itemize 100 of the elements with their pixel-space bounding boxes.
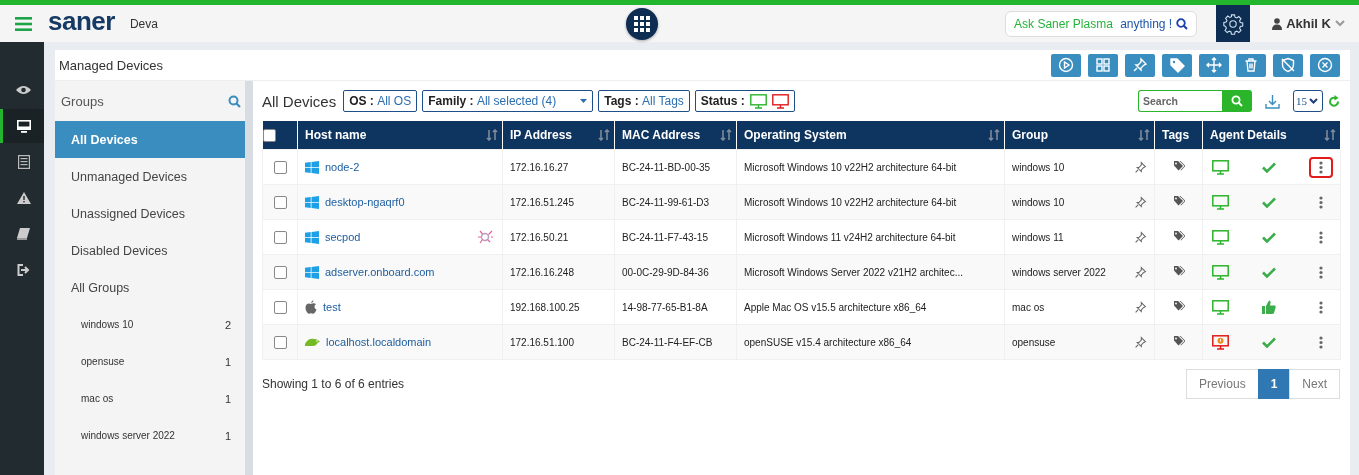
kebab-icon xyxy=(1319,160,1323,174)
pagination-button[interactable]: Next xyxy=(1289,369,1340,399)
pin-button[interactable] xyxy=(1125,53,1155,77)
family-filter[interactable]: Family : All selected (4) xyxy=(422,90,594,112)
sort-icon[interactable] xyxy=(1138,129,1150,141)
check-icon xyxy=(1262,196,1276,208)
app-grid-button[interactable] xyxy=(625,7,658,40)
pin-icon[interactable] xyxy=(1134,265,1147,279)
row-checkbox[interactable] xyxy=(273,230,287,244)
menu-icon[interactable] xyxy=(15,16,32,31)
os-filter[interactable]: OS : All OS xyxy=(343,90,418,112)
group-name[interactable]: opensuse xyxy=(81,356,225,367)
table-cell: 172.16.51.245 xyxy=(502,184,615,220)
group-filter-item[interactable]: Unmanaged Devices xyxy=(55,158,245,195)
pin-icon[interactable] xyxy=(1134,230,1147,244)
play-button[interactable] xyxy=(1051,53,1081,77)
search-button[interactable] xyxy=(1222,90,1252,112)
windows-logo-icon xyxy=(305,265,319,279)
pin-icon[interactable] xyxy=(1134,335,1147,349)
table-cell: Apple Mac OS v15.5 architecture x86_64 xyxy=(736,289,1005,325)
monitor-icon[interactable] xyxy=(1212,229,1229,245)
monitor-icon[interactable] xyxy=(1212,264,1229,280)
tags-icon[interactable] xyxy=(1172,230,1185,242)
host-link[interactable]: test xyxy=(323,301,341,313)
sort-icon[interactable] xyxy=(1324,129,1336,141)
check-icon xyxy=(1262,231,1276,243)
table-cell: windows server 2022 xyxy=(1012,266,1106,278)
host-link[interactable]: adserver.onboard.com xyxy=(325,266,435,278)
trash-button[interactable] xyxy=(1236,53,1266,77)
download-icon[interactable] xyxy=(1265,93,1280,109)
refresh-icon[interactable] xyxy=(1328,94,1340,108)
row-checkbox[interactable] xyxy=(273,195,287,209)
search-icon xyxy=(1231,95,1243,107)
group-count: 1 xyxy=(224,355,231,368)
group-count: 1 xyxy=(224,429,231,442)
windows-logo-icon xyxy=(305,160,319,174)
tag-button[interactable] xyxy=(1162,53,1192,77)
monitor-icon[interactable] xyxy=(1212,299,1229,315)
status-filter[interactable]: Status : xyxy=(694,90,795,112)
sort-icon[interactable] xyxy=(988,129,1000,141)
column-header[interactable]: Host name xyxy=(305,128,367,142)
row-checkbox[interactable] xyxy=(273,265,287,279)
pin-icon[interactable] xyxy=(1134,195,1147,209)
grid-icon xyxy=(1095,57,1111,73)
row-checkbox[interactable] xyxy=(273,160,287,174)
group-filter-item[interactable]: Disabled Devices xyxy=(55,232,245,269)
tags-icon[interactable] xyxy=(1172,300,1185,312)
row-checkbox[interactable] xyxy=(273,335,287,349)
search-icon[interactable] xyxy=(228,94,241,108)
page-size-select[interactable]: 15 xyxy=(1293,90,1323,112)
host-link[interactable]: desktop-ngaqrf0 xyxy=(325,196,405,208)
column-header[interactable]: Operating System xyxy=(744,128,847,142)
tags-icon[interactable] xyxy=(1172,160,1185,172)
table-cell: Microsoft Windows 10 v22H2 architecture 64-bit xyxy=(736,149,1005,185)
group-count: 1 xyxy=(224,392,231,405)
user-icon xyxy=(1272,17,1283,30)
monitor-icon[interactable] xyxy=(1212,159,1229,175)
sort-icon[interactable] xyxy=(486,129,498,141)
table-cell: BC-24-11-BD-00-35 xyxy=(614,149,737,185)
host-link[interactable]: node-2 xyxy=(325,161,360,173)
sort-icon[interactable] xyxy=(720,129,732,141)
user-menu[interactable]: Akhil K xyxy=(1266,15,1351,32)
monitor-icon[interactable] xyxy=(771,93,789,109)
host-link[interactable]: localhost.localdomain xyxy=(326,336,432,348)
column-header[interactable]: Group xyxy=(1012,128,1048,142)
nav-item[interactable] xyxy=(0,109,44,143)
pagination-button[interactable]: Previous xyxy=(1185,369,1259,399)
tags-icon[interactable] xyxy=(1172,195,1185,207)
close-button[interactable] xyxy=(1310,53,1340,77)
tags-icon[interactable] xyxy=(1172,335,1185,347)
table-cell: BC-24-11-F7-43-15 xyxy=(614,219,737,255)
pin-icon[interactable] xyxy=(1134,160,1147,174)
select-all-checkbox[interactable] xyxy=(262,129,276,143)
monitor-icon[interactable] xyxy=(1212,194,1229,210)
caret-icon xyxy=(580,99,588,103)
search-field[interactable]: Search xyxy=(1138,90,1222,112)
move-button[interactable] xyxy=(1199,53,1229,77)
monitor-alert-icon[interactable] xyxy=(1212,334,1229,350)
table-cell: Microsoft Windows Server 2022 v21H2 architec... xyxy=(736,254,1005,290)
tags-icon[interactable] xyxy=(1172,265,1185,277)
group-filter-item[interactable]: All Groups xyxy=(55,269,245,306)
monitor-icon[interactable] xyxy=(749,93,767,109)
group-filter-item[interactable]: Unassigned Devices xyxy=(55,195,245,232)
host-link[interactable]: secpod xyxy=(325,231,361,243)
row-menu-button[interactable] xyxy=(1309,156,1333,178)
settings-button[interactable] xyxy=(1216,5,1251,42)
grid-button[interactable] xyxy=(1088,53,1118,77)
ask-plasma-button[interactable]: Ask Saner Plasma anything ! xyxy=(1005,10,1198,37)
pin-icon[interactable] xyxy=(1134,300,1147,314)
group-name[interactable]: windows server 2022 xyxy=(81,430,225,441)
trash-icon xyxy=(1243,57,1259,73)
tags-filter[interactable]: Tags : All Tags xyxy=(598,90,690,112)
pin-icon xyxy=(1132,57,1148,73)
group-name[interactable]: windows 10 xyxy=(81,319,225,330)
shield-off-button[interactable] xyxy=(1273,53,1303,77)
row-checkbox[interactable] xyxy=(273,300,287,314)
sort-icon[interactable] xyxy=(598,129,610,141)
group-name[interactable]: mac os xyxy=(81,393,225,404)
group-filter-item[interactable]: All Devices xyxy=(55,121,245,158)
table-cell: Microsoft Windows 10 v22H2 architecture 64-bit xyxy=(736,184,1005,220)
